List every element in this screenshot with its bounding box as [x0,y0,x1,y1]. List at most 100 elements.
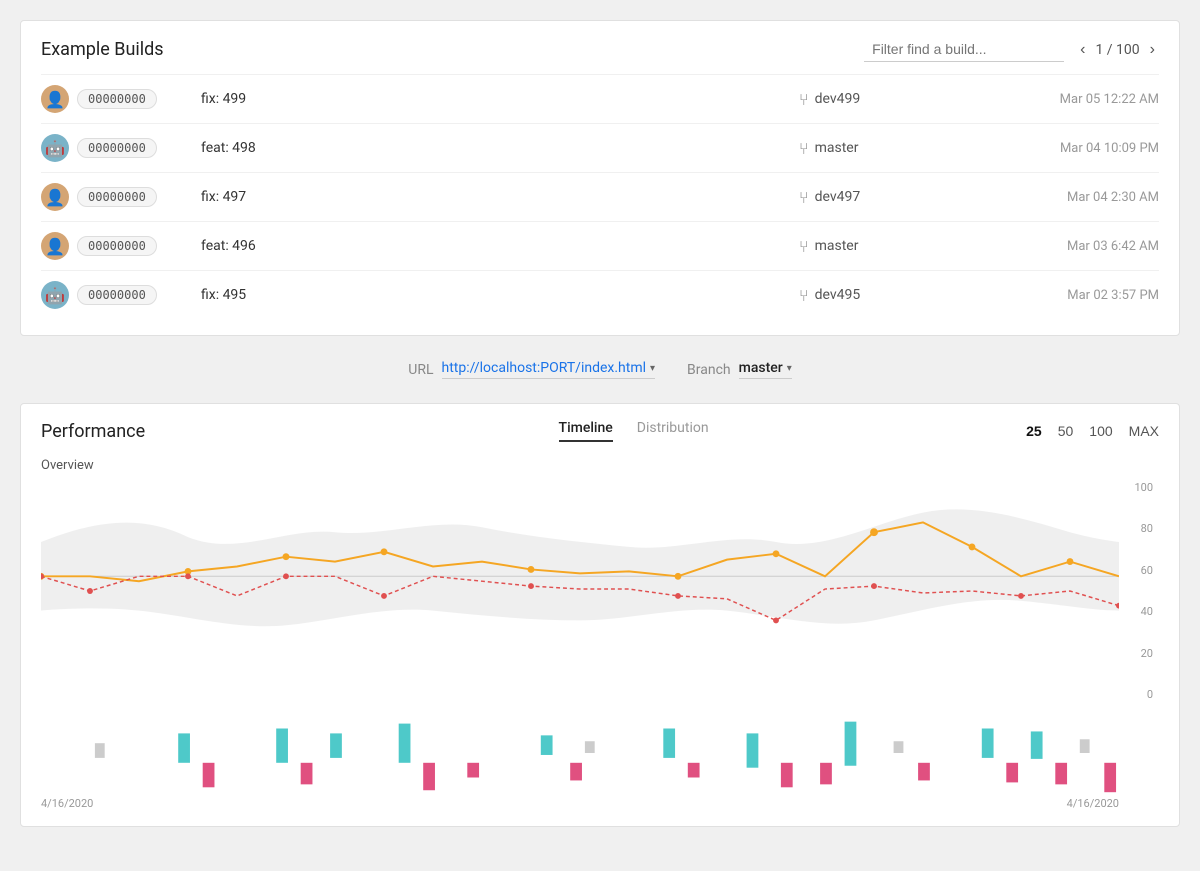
branch-name: dev497 [815,189,861,205]
build-message: feat: 496 [201,238,799,254]
avatar: 👤 [41,183,69,211]
bar-cyan [276,729,288,763]
data-point [283,573,289,579]
y-label-0: 0 [1147,688,1153,701]
bar-pink [918,763,930,781]
bar-pink [467,763,479,778]
table-row[interactable]: 👤 00000000 fix: 497 ⑂ dev497 Mar 04 2:30… [41,172,1159,221]
y-label-20: 20 [1141,647,1153,660]
build-date: Mar 04 10:09 PM [979,141,1159,156]
build-branch-cell: ⑂ dev495 [799,286,979,305]
bar-gray [1080,739,1090,753]
builds-header: Example Builds ‹ 1 / 100 › [41,37,1159,62]
build-id-badge: 00000000 [77,285,157,305]
data-point [675,573,682,580]
build-message: fix: 495 [201,287,799,303]
branch-label: Branch [687,362,731,378]
data-point [773,617,779,623]
bar-pink [1104,763,1116,792]
branch-name: dev495 [815,287,861,303]
bar-pink [301,763,313,785]
branch-dropdown[interactable]: master ▾ [739,360,792,379]
pagination-label: 1 / 100 [1095,42,1139,58]
build-date: Mar 03 6:42 AM [979,239,1159,254]
table-row[interactable]: 🤖 00000000 feat: 498 ⑂ master Mar 04 10:… [41,123,1159,172]
bar-cyan [178,733,190,762]
count-buttons: 25 50 100 MAX [1026,423,1159,439]
bar-cyan [845,722,857,766]
performance-tabs: Timeline Distribution [241,420,1026,442]
date-labels: 4/16/2020 4/16/2020 [41,797,1119,810]
avatar: 🤖 [41,281,69,309]
filter-input[interactable] [864,37,1064,62]
performance-title: Performance [41,421,241,442]
table-row[interactable]: 👤 00000000 feat: 496 ⑂ master Mar 03 6:4… [41,221,1159,270]
branch-icon: ⑂ [799,139,809,158]
bar-cyan [1031,731,1043,758]
bar-cyan [663,729,675,758]
count-100-button[interactable]: 100 [1089,423,1112,439]
bar-pink [781,763,793,788]
branch-value: master [739,360,783,376]
build-branch-cell: ⑂ master [799,139,979,158]
count-50-button[interactable]: 50 [1058,423,1074,439]
performance-panel: Performance Timeline Distribution 25 50 … [20,403,1180,827]
url-label: URL [408,362,433,378]
count-max-button[interactable]: MAX [1129,423,1159,439]
y-label-60: 60 [1141,564,1153,577]
branch-name: master [815,238,859,254]
data-point [1018,593,1024,599]
build-date: Mar 05 12:22 AM [979,92,1159,107]
bar-cyan [747,733,759,767]
build-message: fix: 499 [201,91,799,107]
line-chart-svg-container [41,481,1119,705]
y-label-40: 40 [1141,605,1153,618]
performance-header: Performance Timeline Distribution 25 50 … [41,420,1159,442]
data-point [381,548,388,555]
bar-pink [423,763,435,790]
pagination-prev-button[interactable]: ‹ [1076,39,1089,61]
branch-config-item: Branch master ▾ [687,360,792,379]
url-config-item: URL http://localhost:PORT/index.html ▾ [408,360,655,379]
data-point [381,593,387,599]
bar-gray [585,741,595,753]
build-message: feat: 498 [201,140,799,156]
bar-pink [1006,763,1018,783]
bar-pink [203,763,215,788]
data-point [870,528,878,536]
branch-icon: ⑂ [799,286,809,305]
builds-list: 👤 00000000 fix: 499 ⑂ dev499 Mar 05 12:2… [41,74,1159,319]
url-dropdown[interactable]: http://localhost:PORT/index.html ▾ [442,360,656,379]
url-dropdown-arrow: ▾ [650,363,655,374]
config-bar: URL http://localhost:PORT/index.html ▾ B… [20,352,1180,387]
count-25-button[interactable]: 25 [1026,423,1042,439]
branch-icon: ⑂ [799,188,809,207]
table-row[interactable]: 👤 00000000 fix: 499 ⑂ dev499 Mar 05 12:2… [41,74,1159,123]
data-point [185,573,191,579]
branch-dropdown-arrow: ▾ [787,363,792,374]
date-start: 4/16/2020 [41,797,93,810]
bar-pink [688,763,700,778]
avatar: 👤 [41,232,69,260]
pagination-next-button[interactable]: › [1146,39,1159,61]
line-chart-svg [41,481,1119,701]
bar-cyan [399,724,411,763]
data-point [528,583,534,589]
build-id-badge: 00000000 [77,187,157,207]
build-id-cell: 🤖 00000000 [41,281,201,309]
y-axis: 100 80 60 40 20 0 [1119,481,1159,701]
bar-cyan [982,729,994,758]
tab-timeline[interactable]: Timeline [559,420,613,442]
branch-icon: ⑂ [799,237,809,256]
bar-chart-svg [41,713,1119,793]
branch-name: dev499 [815,91,861,107]
table-row[interactable]: 🤖 00000000 fix: 495 ⑂ dev495 Mar 02 3:57… [41,270,1159,319]
data-point [969,543,976,550]
build-branch-cell: ⑂ dev497 [799,188,979,207]
data-point [87,588,93,594]
tab-distribution[interactable]: Distribution [637,420,709,442]
overview-label: Overview [41,458,1159,473]
build-date: Mar 02 3:57 PM [979,288,1159,303]
bar-pink [820,763,832,785]
y-label-100: 100 [1134,481,1153,494]
